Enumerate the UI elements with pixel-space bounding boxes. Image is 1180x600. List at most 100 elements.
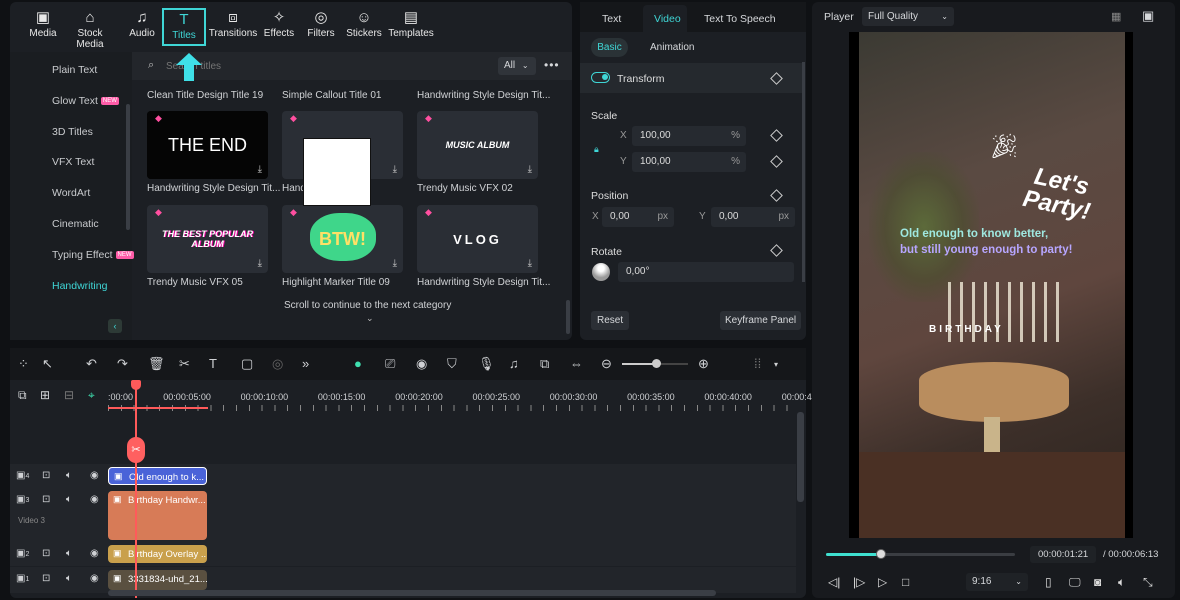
download-icon[interactable]: ⤓ xyxy=(258,258,262,269)
tab-media[interactable]: ▣ Media xyxy=(22,8,64,46)
tab-stock-media[interactable]: ⌂ Stock Media xyxy=(64,8,116,50)
position-x-input[interactable]: 0,00 px xyxy=(602,207,674,227)
subtab-animation[interactable]: Animation xyxy=(650,42,694,53)
mute-track-icon[interactable]: 🔈︎ xyxy=(66,494,72,505)
redo-icon[interactable]: ↷ xyxy=(117,356,128,372)
transform-toggle[interactable] xyxy=(591,72,610,83)
title-thumbnail[interactable]: MUSIC ALBUM ◆ ⤓ xyxy=(417,111,538,179)
timeline-clip[interactable]: ▣ Birthday Handwr... xyxy=(108,491,207,540)
more-options-icon[interactable]: ••• xyxy=(544,58,560,72)
title-thumbnail[interactable]: THE BEST POPULAR ALBUM ◆ ⤓ xyxy=(147,205,268,273)
lock-track-icon[interactable]: ⊡ xyxy=(42,573,50,584)
split-scissors-icon[interactable]: ✂ xyxy=(127,437,145,463)
effect-icon[interactable]: ◎ xyxy=(272,356,283,372)
snap-icon[interactable]: ⌖ xyxy=(88,388,95,403)
ai-assistant-icon[interactable]: ● xyxy=(354,356,362,371)
snapshot-icon[interactable]: ◙ xyxy=(1094,575,1101,589)
visibility-eye-icon[interactable]: ◉ xyxy=(90,573,99,584)
playhead[interactable] xyxy=(135,380,137,598)
collapse-sidebar-button[interactable]: ‹ xyxy=(108,319,122,333)
tab-text-to-speech[interactable]: Text To Speech xyxy=(704,13,776,25)
sidebar-item[interactable]: Handwriting xyxy=(52,280,107,292)
download-icon[interactable]: ⤓ xyxy=(393,164,397,175)
position-y-input[interactable]: 0,00 px xyxy=(711,207,795,227)
aspect-ratio-dropdown[interactable]: 9:16 ⌄ xyxy=(966,573,1028,591)
download-icon[interactable]: ⤓ xyxy=(258,164,262,175)
lock-track-icon[interactable]: ⊡ xyxy=(42,548,50,559)
scale-y-input[interactable]: 100,00% xyxy=(632,152,746,172)
tab-transitions[interactable]: ⧈ Transitions xyxy=(208,8,258,46)
stop-icon[interactable]: □ xyxy=(902,575,909,589)
lock-icon[interactable]: 🔒︎ xyxy=(594,144,599,155)
image-view-icon[interactable]: ▣ xyxy=(1142,8,1154,24)
render-preview-icon[interactable]: ▯ xyxy=(1045,575,1052,589)
visibility-eye-icon[interactable]: ◉ xyxy=(90,470,99,481)
visibility-eye-icon[interactable]: ◉ xyxy=(90,494,99,505)
grid-view-icon[interactable]: ▦ xyxy=(1111,10,1121,23)
rotate-dial[interactable] xyxy=(592,263,610,281)
layout-icon[interactable]: ⁘ xyxy=(18,356,29,372)
download-icon[interactable]: ⤓ xyxy=(528,258,532,269)
zoom-out-icon[interactable]: ⊖ xyxy=(601,356,612,372)
playhead-handle[interactable] xyxy=(131,380,141,390)
text-tool-icon[interactable]: T xyxy=(209,356,217,371)
fit-icon[interactable]: ⇔ xyxy=(570,356,583,371)
timeline-clip[interactable]: ▣ Birthday Overlay ... xyxy=(108,545,207,563)
tab-video[interactable]: Video xyxy=(654,13,681,25)
tab-stickers[interactable]: ☺ Stickers xyxy=(344,8,384,46)
filter-dropdown[interactable]: All ⌄ xyxy=(498,57,536,75)
title-thumbnail[interactable]: THE END ◆ ⤓ xyxy=(147,111,268,179)
tab-titles[interactable]: T Titles xyxy=(162,8,206,46)
fullscreen-icon[interactable]: ⤡ xyxy=(1143,575,1153,590)
next-frame-icon[interactable]: |▷ xyxy=(853,575,865,589)
crop-icon[interactable]: ▢ xyxy=(241,356,253,372)
sidebar-item[interactable]: Plain Text xyxy=(52,64,97,76)
ai-video-icon[interactable]: ⎚ xyxy=(385,356,395,372)
more-tools-icon[interactable]: » xyxy=(302,356,309,371)
timeline-clip[interactable]: ▣ Old enough to k... xyxy=(108,467,207,485)
title-thumbnail[interactable]: VLOG ◆ ⤓ xyxy=(417,205,538,273)
display-icon[interactable]: 🖵︎ xyxy=(1069,575,1081,590)
previous-frame-icon[interactable]: ◁| xyxy=(828,575,840,589)
sidebar-item[interactable]: Glow Text NEW xyxy=(52,95,119,107)
sidebar-scrollbar[interactable] xyxy=(126,104,130,230)
volume-icon[interactable]: 🔈︎ xyxy=(1118,575,1125,590)
timeline-clip[interactable]: ▣ 3331834-uhd_21... xyxy=(108,570,207,590)
work-area-range[interactable] xyxy=(108,407,208,409)
subtab-basic[interactable]: Basic xyxy=(591,38,628,57)
quality-dropdown[interactable]: Full Quality ⌄ xyxy=(862,7,954,26)
track-manager-icon[interactable]: ⊟ xyxy=(64,388,74,402)
sidebar-item[interactable]: Cinematic xyxy=(52,218,99,230)
reset-button[interactable]: Reset xyxy=(591,311,630,330)
timeline-horizontal-scrollbar[interactable] xyxy=(108,590,716,596)
zoom-slider[interactable] xyxy=(622,359,688,368)
tab-audio[interactable]: ♫ Audio xyxy=(124,8,160,46)
mute-track-icon[interactable]: 🔈︎ xyxy=(66,573,72,584)
download-icon[interactable]: ⤓ xyxy=(393,258,397,269)
add-track-icon[interactable]: ⧉ xyxy=(18,388,27,403)
timeline-vertical-scrollbar[interactable] xyxy=(797,412,804,502)
link-icon[interactable]: ⊞ xyxy=(40,388,50,402)
sidebar-item[interactable]: WordArt xyxy=(52,187,90,199)
scale-x-input[interactable]: 100,00% xyxy=(632,126,746,146)
sidebar-item[interactable]: Typing Effect NEW xyxy=(52,249,134,261)
mute-track-icon[interactable]: 🔈︎ xyxy=(66,470,72,481)
rotate-input[interactable]: 0,00° xyxy=(618,262,794,282)
cut-icon[interactable]: ✂ xyxy=(179,356,190,372)
delete-icon[interactable]: 🗑︎ xyxy=(148,356,165,372)
chevron-down-icon[interactable]: ▾ xyxy=(774,360,778,369)
sidebar-item[interactable]: VFX Text xyxy=(52,156,94,168)
tab-effects[interactable]: ✧ Effects xyxy=(260,8,298,46)
mute-track-icon[interactable]: 🔈︎ xyxy=(66,548,72,559)
undo-icon[interactable]: ↶ xyxy=(86,356,97,372)
view-options-icon[interactable]: ⁞⁞ xyxy=(754,356,761,371)
pip-icon[interactable]: ⧉ xyxy=(540,356,549,372)
grid-scrollbar[interactable] xyxy=(566,300,570,334)
properties-scrollbar[interactable] xyxy=(802,62,805,282)
microphone-icon[interactable]: 🎙︎ xyxy=(478,356,495,372)
play-icon[interactable]: ▷ xyxy=(878,575,887,589)
keyframe-panel-button[interactable]: Keyframe Panel xyxy=(720,311,802,330)
lock-track-icon[interactable]: ⊡ xyxy=(42,470,50,481)
select-tool-icon[interactable]: ↖ xyxy=(42,356,53,372)
tab-text[interactable]: Text xyxy=(602,13,621,25)
